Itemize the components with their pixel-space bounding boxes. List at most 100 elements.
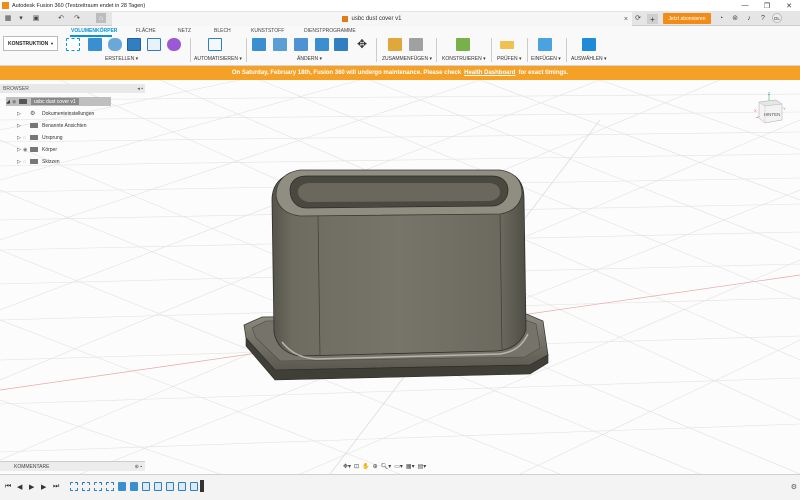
insert-image-icon[interactable] <box>538 38 552 51</box>
offset-plane-icon[interactable] <box>456 38 470 51</box>
redo-icon[interactable]: ↷ <box>72 13 82 23</box>
timeline-sketch-feature[interactable] <box>70 482 78 491</box>
visibility-eye-icon[interactable]: ◉ <box>12 99 19 105</box>
press-pull-icon[interactable] <box>252 38 266 51</box>
browser-header[interactable]: BROWSER ◂ ▪ <box>0 84 145 93</box>
timeline-extrude-feature[interactable] <box>118 482 126 491</box>
timeline-fillet-feature[interactable] <box>190 482 198 491</box>
tree-root-item[interactable]: ◢ ◉ usbc dust cover v1 <box>6 97 111 106</box>
step-forward-icon[interactable]: ▶ <box>41 483 46 491</box>
workspace-selector[interactable]: KONSTRUKTION ▼ <box>3 36 58 51</box>
document-tab[interactable]: usbc dust cover v1 × <box>112 12 632 26</box>
tree-item-document-settings[interactable]: ▷ ⚙ Dokumenteinstellungen <box>17 109 94 118</box>
new-component-icon[interactable] <box>388 38 402 51</box>
app-grid-icon[interactable]: ▦ <box>3 13 13 23</box>
maximize-button[interactable]: ❐ <box>756 0 778 11</box>
viewports-icon[interactable]: ▤▾ <box>418 463 427 470</box>
model-body[interactable] <box>243 169 549 381</box>
chamfer-icon[interactable] <box>294 38 308 51</box>
timeline-fillet-feature[interactable] <box>154 482 162 491</box>
create-sketch-icon[interactable] <box>66 38 80 51</box>
health-dashboard-link[interactable]: Health Dashboard <box>464 70 515 76</box>
timeline-sketch-feature[interactable] <box>106 482 114 491</box>
file-menu-icon[interactable]: ▾ <box>16 13 26 23</box>
comments-controls[interactable]: ⊕ ▪ <box>135 464 142 470</box>
insert-menu[interactable]: EINFÜGEN ▾ <box>531 56 561 62</box>
tab-solid[interactable]: VOLUMENKÖRPER <box>71 28 117 34</box>
orbit-icon[interactable]: ✥▾ <box>343 463 351 470</box>
collapse-icon[interactable]: ◂ ▪ <box>137 86 143 92</box>
close-button[interactable]: ✕ <box>778 0 800 11</box>
visibility-eye-icon[interactable]: ◌ <box>23 159 30 165</box>
shell-icon[interactable] <box>315 38 329 51</box>
undo-icon[interactable]: ↶ <box>56 13 66 23</box>
revolve-icon[interactable] <box>108 38 122 51</box>
combine-icon[interactable] <box>334 38 348 51</box>
tab-utilities[interactable]: DIENSTPROGRAMME <box>304 28 356 34</box>
timeline-sketch-feature[interactable] <box>82 482 90 491</box>
home-icon[interactable]: ⌂ <box>96 13 106 23</box>
inspect-menu[interactable]: PRÜFEN ▾ <box>497 56 521 62</box>
subscribe-button[interactable]: Jetzt abonnieren <box>663 13 711 24</box>
joint-icon[interactable] <box>409 38 423 51</box>
comments-panel[interactable]: KOMMENTARE ⊕ ▪ <box>0 461 145 471</box>
tree-item-bodies[interactable]: ▷ ◉ Körper <box>17 145 57 154</box>
help-icon[interactable]: ? <box>758 13 768 23</box>
expand-icon[interactable]: ▷ <box>17 111 23 117</box>
display-settings-icon[interactable]: ▭▾ <box>394 463 403 470</box>
automate-menu[interactable]: AUTOMATISIEREN ▾ <box>194 56 242 62</box>
tree-item-origin[interactable]: ▷ ◌ Ursprung <box>17 133 63 142</box>
fillet-icon[interactable] <box>273 38 287 51</box>
go-to-start-icon[interactable]: ⏮ <box>5 483 11 491</box>
tab-surface[interactable]: FLÄCHE <box>136 28 156 34</box>
tree-item-named-views[interactable]: ▷ Benannte Ansichten <box>17 121 86 130</box>
assemble-menu[interactable]: ZUSAMMENFÜGEN ▾ <box>382 56 432 62</box>
play-icon[interactable]: ▶ <box>29 483 34 491</box>
timeline-fillet-feature[interactable] <box>142 482 150 491</box>
avatar[interactable]: DL <box>772 13 782 23</box>
select-icon[interactable] <box>582 38 596 51</box>
zoom-window-icon[interactable]: 🔍︎▾ <box>381 463 392 470</box>
go-to-end-icon[interactable]: ⏭ <box>53 483 59 491</box>
extensions-icon[interactable]: ⊚ <box>730 13 740 23</box>
visibility-eye-icon[interactable]: ◌ <box>23 135 30 141</box>
new-tab-button[interactable]: + <box>647 14 658 24</box>
tab-overflow-icon[interactable]: ⟳ <box>633 13 643 23</box>
grid-settings-icon[interactable]: ▦▾ <box>406 463 415 470</box>
hole-icon[interactable] <box>127 38 141 51</box>
select-menu[interactable]: AUSWÄHLEN ▾ <box>571 56 607 62</box>
step-back-icon[interactable]: ◀ <box>17 483 22 491</box>
tab-sheet-metal[interactable]: BLECH <box>214 28 231 34</box>
form-icon[interactable] <box>167 38 181 51</box>
save-icon[interactable]: ▣ <box>31 13 41 23</box>
pan-icon[interactable]: ✋ <box>362 463 369 470</box>
close-tab-icon[interactable]: × <box>624 16 628 23</box>
measure-icon[interactable] <box>500 41 514 49</box>
tree-item-sketches[interactable]: ▷ ◌ Skizzen <box>17 157 60 166</box>
expand-icon[interactable]: ▷ <box>17 123 23 129</box>
move-icon[interactable]: ✥ <box>355 38 369 51</box>
timeline-fillet-feature[interactable] <box>178 482 186 491</box>
create-menu[interactable]: ERSTELLEN ▾ <box>105 56 138 62</box>
visibility-eye-icon[interactable]: ◉ <box>23 147 30 153</box>
timeline-marker[interactable] <box>200 480 204 492</box>
zoom-icon[interactable]: ⊕ <box>373 463 378 470</box>
folder-icon <box>30 147 38 152</box>
tab-plastic[interactable]: KUNSTSTOFF <box>251 28 284 34</box>
minimize-button[interactable]: — <box>734 0 756 11</box>
pattern-icon[interactable] <box>147 38 161 51</box>
bell-icon[interactable]: ♪ <box>744 13 754 23</box>
extrude-icon[interactable] <box>88 38 102 51</box>
timeline-extrude-feature[interactable] <box>130 482 138 491</box>
look-at-icon[interactable]: ⊡ <box>354 463 359 470</box>
automate-icon[interactable] <box>208 38 222 51</box>
tab-mesh[interactable]: NETZ <box>178 28 191 34</box>
gear-icon[interactable]: ⚙ <box>791 483 797 491</box>
job-status-icon[interactable]: ◔ <box>716 13 726 23</box>
chevron-down-icon: ▼ <box>50 41 54 46</box>
view-cube[interactable]: Z X Y HINTEN <box>752 92 786 132</box>
modify-menu[interactable]: ÄNDERN ▾ <box>297 56 322 62</box>
timeline-sketch-feature[interactable] <box>94 482 102 491</box>
construct-menu[interactable]: KONSTRUIEREN ▾ <box>442 56 486 62</box>
timeline-fillet-feature[interactable] <box>166 482 174 491</box>
